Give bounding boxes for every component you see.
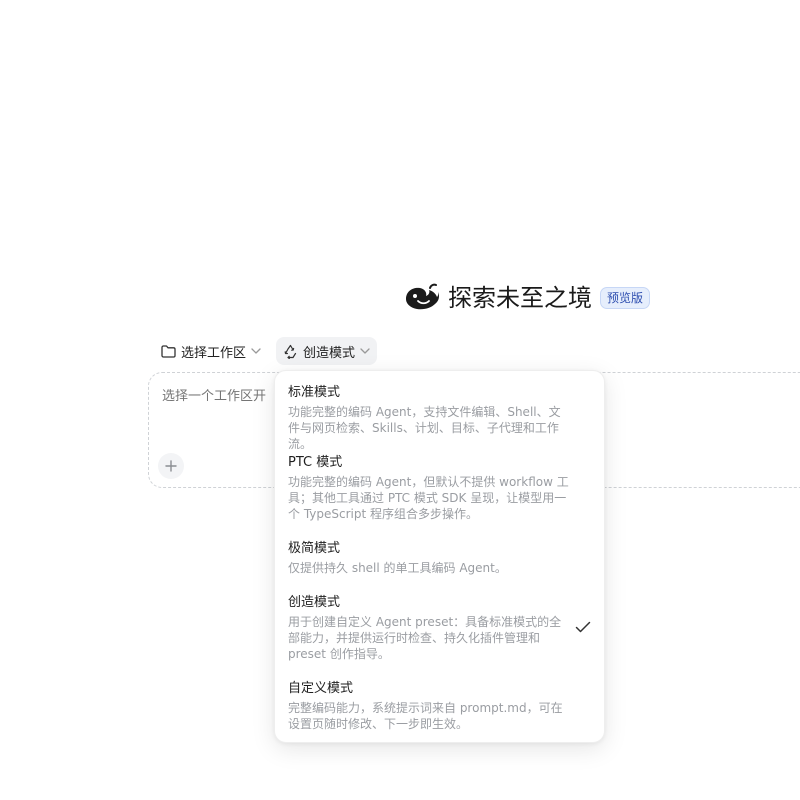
mode-option-custom[interactable]: 自定义模式 完整编码能力，系统提示词来自 prompt.md，可在设置页随时修改… (288, 680, 593, 732)
mode-option-title: PTC 模式 (288, 455, 343, 470)
plus-icon (165, 460, 177, 472)
mode-option-title: 自定义模式 (288, 681, 354, 696)
mode-label: 创造模式 (303, 345, 356, 361)
whale-logo-icon (406, 283, 439, 310)
mode-select-button[interactable]: 创造模式 (276, 337, 378, 365)
mode-option-description: 功能完整的编码 Agent，支持文件编辑、Shell、文件与网页检索、Skill… (288, 405, 561, 451)
welcome-header: 探索未至之境 预览版 (404, 282, 651, 314)
folder-icon (161, 344, 176, 358)
app-page: 探索未至之境 预览版 选择工作区 创造模式 选择一个工作区开 标准模式 功能完整… (0, 0, 800, 800)
mode-option-description: 用于创建自定义 Agent preset：具备标准模式的全部能力，并提供运行时检… (288, 615, 562, 661)
mode-option-description: 仅提供持久 shell 的单工具编码 Agent。 (288, 561, 507, 575)
recycle-icon (284, 344, 297, 359)
mode-option-description: 完整编码能力，系统提示词来自 prompt.md，可在设置页随时修改、下一步即生… (288, 701, 563, 731)
mode-option-title: 创造模式 (288, 595, 341, 610)
composer-toolbar: 选择工作区 创造模式 (154, 337, 378, 365)
preview-badge: 预览版 (600, 287, 651, 309)
select-workspace-button[interactable]: 选择工作区 (154, 337, 268, 365)
mode-option-create[interactable]: 创造模式 用于创建自定义 Agent preset：具备标准模式的全部能力，并提… (288, 594, 593, 662)
workspace-label: 选择工作区 (181, 345, 247, 361)
page-title: 探索未至之境 (448, 284, 592, 312)
chevron-down-icon (251, 348, 261, 354)
mode-option-minimal[interactable]: 极简模式 仅提供持久 shell 的单工具编码 Agent。 (288, 540, 593, 576)
mode-option-ptc[interactable]: PTC 模式 功能完整的编码 Agent，但默认不提供 workflow 工具；… (288, 454, 593, 522)
mode-option-description: 功能完整的编码 Agent，但默认不提供 workflow 工具；其他工具通过 … (288, 475, 569, 521)
mode-option-title: 极简模式 (288, 541, 341, 556)
mode-option-standard[interactable]: 标准模式 功能完整的编码 Agent，支持文件编辑、Shell、文件与网页检索、… (288, 384, 593, 452)
mode-dropdown-menu: 标准模式 功能完整的编码 Agent，支持文件编辑、Shell、文件与网页检索、… (274, 370, 605, 743)
mode-option-title: 标准模式 (288, 385, 341, 400)
add-attachment-button[interactable] (158, 453, 184, 479)
selected-check-icon (575, 621, 591, 633)
chevron-down-icon (360, 348, 370, 354)
